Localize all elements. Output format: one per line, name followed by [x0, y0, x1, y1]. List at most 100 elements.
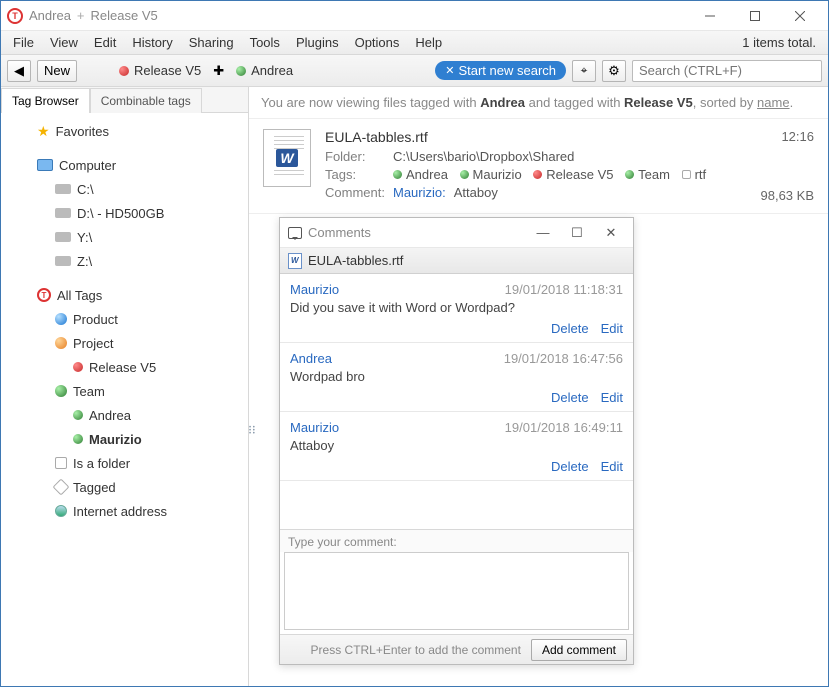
tab-combinable-tags[interactable]: Combinable tags — [90, 88, 202, 113]
add-tag-icon[interactable]: ✚ — [213, 63, 224, 79]
comment-author[interactable]: Andrea — [290, 351, 332, 366]
comments-minimize-button[interactable]: — — [529, 225, 557, 240]
sidebar-maurizio[interactable]: Maurizio — [1, 427, 248, 451]
sidebar-computer[interactable]: Computer — [1, 153, 248, 177]
sort-link[interactable]: name — [757, 95, 790, 110]
file-comment-author[interactable]: Maurizio: — [393, 185, 446, 200]
comment-edit-link[interactable]: Edit — [601, 459, 623, 474]
sidebar-release-v5[interactable]: Release V5 — [1, 355, 248, 379]
menu-plugins[interactable]: Plugins — [288, 32, 347, 53]
comments-file-header: EULA-tabbles.rtf — [280, 248, 633, 274]
sidebar-all-tags[interactable]: TAll Tags — [1, 283, 248, 307]
focus-search-button[interactable]: ⌖ — [572, 60, 596, 82]
star-icon: ★ — [37, 123, 50, 140]
comment-input-label: Type your comment: — [280, 529, 633, 552]
comments-list: Maurizio 19/01/2018 11:18:31 Did you save… — [280, 274, 633, 529]
comments-panel: Comments — ☐ ✕ EULA-tabbles.rtf Maurizio… — [279, 217, 634, 665]
window-maximize-button[interactable] — [732, 2, 777, 30]
sidebar-andrea[interactable]: Andrea — [1, 403, 248, 427]
sidebar-tree: ★Favorites Computer C:\ D:\ - HD500GB Y:… — [1, 113, 248, 686]
app-logo-icon: T — [7, 8, 23, 24]
comment-delete-link[interactable]: Delete — [551, 321, 589, 336]
comment-text: Attaboy — [290, 438, 623, 453]
menu-view[interactable]: View — [42, 32, 86, 53]
menu-file[interactable]: File — [5, 32, 42, 53]
comment-item: Maurizio 19/01/2018 11:18:31 Did you save… — [280, 274, 633, 343]
file-info: EULA-tabbles.rtf Folder:C:\Users\bario\D… — [325, 129, 747, 203]
drive-icon — [55, 256, 71, 266]
start-new-search-button[interactable]: ✕Start new search — [435, 61, 566, 80]
sidebar-is-folder[interactable]: Is a folder — [1, 451, 248, 475]
drive-icon — [55, 232, 71, 242]
sidebar-product[interactable]: Product — [1, 307, 248, 331]
comment-author[interactable]: Maurizio — [290, 420, 339, 435]
sidebar: Tag Browser Combinable tags ★Favorites C… — [1, 87, 249, 686]
menu-bar: File View Edit History Sharing Tools Plu… — [1, 31, 828, 55]
sidebar-tabs: Tag Browser Combinable tags — [1, 87, 248, 113]
comment-delete-link[interactable]: Delete — [551, 459, 589, 474]
file-tags: Andrea Maurizio Release V5 Team rtf — [393, 167, 714, 182]
comment-author[interactable]: Maurizio — [290, 282, 339, 297]
speech-bubble-icon — [288, 227, 302, 239]
comments-close-button[interactable]: ✕ — [597, 225, 625, 241]
sidebar-project[interactable]: Project — [1, 331, 248, 355]
menu-sharing[interactable]: Sharing — [181, 32, 242, 53]
menu-help[interactable]: Help — [407, 32, 450, 53]
search-input[interactable] — [632, 60, 822, 82]
window-minimize-button[interactable] — [687, 2, 732, 30]
new-button[interactable]: New — [37, 60, 77, 82]
file-folder: C:\Users\bario\Dropbox\Shared — [393, 149, 574, 164]
window-close-button[interactable] — [777, 2, 822, 30]
comment-time: 19/01/2018 11:18:31 — [505, 282, 623, 297]
sidebar-favorites[interactable]: ★Favorites — [1, 119, 248, 143]
sidebar-internet-address[interactable]: Internet address — [1, 499, 248, 523]
title-bar: T Andrea + Release V5 — [1, 1, 828, 31]
file-name: EULA-tabbles.rtf — [325, 129, 747, 145]
drive-icon — [55, 184, 71, 194]
comment-delete-link[interactable]: Delete — [551, 390, 589, 405]
location-tag-release[interactable]: Release V5 — [113, 63, 207, 78]
comments-footer: Press CTRL+Enter to add the comment Add … — [280, 634, 633, 664]
menu-history[interactable]: History — [124, 32, 180, 53]
sidebar-team[interactable]: Team — [1, 379, 248, 403]
all-tags-icon: T — [37, 288, 51, 302]
comment-edit-link[interactable]: Edit — [601, 321, 623, 336]
sidebar-drive-z[interactable]: Z:\ — [1, 249, 248, 273]
tab-tag-browser[interactable]: Tag Browser — [1, 88, 90, 113]
file-small-icon — [288, 253, 302, 269]
main-area: You are now viewing files tagged with An… — [249, 87, 828, 686]
globe-icon — [55, 505, 67, 517]
file-row[interactable]: W EULA-tabbles.rtf Folder:C:\Users\bario… — [249, 119, 828, 214]
comment-time: 19/01/2018 16:47:56 — [504, 351, 623, 366]
title-tag-1: Andrea — [29, 8, 71, 23]
menu-tools[interactable]: Tools — [242, 32, 288, 53]
file-time: 12:16 — [761, 129, 815, 144]
comment-text: Did you save it with Word or Wordpad? — [290, 300, 623, 315]
x-icon: ✕ — [445, 64, 454, 77]
tag-icon — [53, 479, 70, 496]
comments-maximize-button[interactable]: ☐ — [563, 225, 591, 241]
items-total-label: 1 items total. — [742, 35, 824, 50]
comment-input[interactable] — [284, 552, 629, 630]
monitor-icon — [37, 159, 53, 171]
toolbar: ◀ New Release V5 ✚ Andrea ✕Start new sea… — [1, 55, 828, 87]
add-comment-button[interactable]: Add comment — [531, 639, 627, 661]
comments-title-bar: Comments — ☐ ✕ — [280, 218, 633, 248]
title-tag-2: Release V5 — [91, 8, 158, 23]
sidebar-drive-y[interactable]: Y:\ — [1, 225, 248, 249]
sidebar-tagged[interactable]: Tagged — [1, 475, 248, 499]
checkbox-icon — [55, 457, 67, 469]
splitter-handle[interactable]: • •• •• • — [249, 427, 255, 439]
settings-button[interactable]: ⚙ — [602, 60, 626, 82]
sidebar-drive-d[interactable]: D:\ - HD500GB — [1, 201, 248, 225]
menu-edit[interactable]: Edit — [86, 32, 124, 53]
sidebar-drive-c[interactable]: C:\ — [1, 177, 248, 201]
comment-edit-link[interactable]: Edit — [601, 390, 623, 405]
file-type-icon: W — [263, 129, 311, 187]
comment-time: 19/01/2018 16:49:11 — [505, 420, 623, 435]
back-button[interactable]: ◀ — [7, 60, 31, 82]
comments-title: Comments — [308, 225, 371, 240]
menu-options[interactable]: Options — [347, 32, 408, 53]
file-size: 98,63 KB — [761, 188, 815, 203]
location-tag-andrea[interactable]: Andrea — [230, 63, 299, 78]
